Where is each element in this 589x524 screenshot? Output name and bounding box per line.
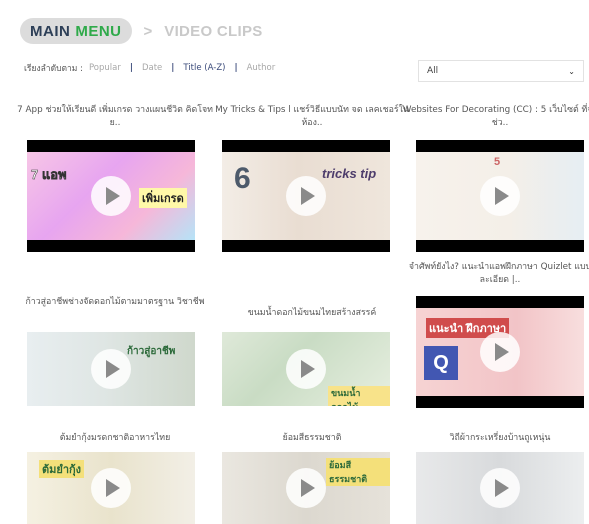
sort-divider: | bbox=[171, 63, 175, 73]
video-thumbnail[interactable]: ขนมน้ำดอกไม้ bbox=[222, 332, 390, 406]
play-icon[interactable] bbox=[286, 468, 326, 508]
category-select[interactable]: All ⌄ bbox=[418, 60, 584, 82]
sort-title[interactable]: Title (A-Z) bbox=[183, 63, 225, 73]
thumb-overlay-text: ก้าวสู่อาชีพ bbox=[127, 346, 176, 357]
play-icon[interactable] bbox=[480, 468, 520, 508]
sort-bar: เรียงลำดับตาม : Popular | Date | Title (… bbox=[24, 61, 275, 75]
video-thumbnail[interactable]: แนะนำ ฝึกภาษา Q bbox=[416, 296, 584, 408]
thumb-overlay-text: 5 bbox=[494, 156, 501, 168]
sort-date[interactable]: Date bbox=[142, 63, 162, 73]
thumb-overlay-text: ขนมน้ำดอกไม้ bbox=[328, 386, 390, 406]
video-title[interactable]: ต้มยำกุ้งมรดกชาติอาหารไทย bbox=[15, 432, 215, 445]
play-icon[interactable] bbox=[286, 176, 326, 216]
sort-popular[interactable]: Popular bbox=[89, 63, 121, 73]
sort-label: เรียงลำดับตาม : bbox=[24, 64, 83, 74]
thumb-overlay-text: 7 แอพ bbox=[31, 167, 67, 183]
play-icon[interactable] bbox=[286, 349, 326, 389]
play-icon[interactable] bbox=[91, 468, 131, 508]
thumb-overlay-text: ย้อมสีธรรมชาติ bbox=[326, 458, 390, 486]
quizlet-logo: Q bbox=[424, 346, 458, 380]
video-thumbnail[interactable]: ก้าวสู่อาชีพ bbox=[27, 332, 195, 406]
play-icon[interactable] bbox=[91, 349, 131, 389]
video-title[interactable]: 7 App ช่วยให้เรียนดี เพิ่มเกรด วางแผนชีว… bbox=[15, 104, 215, 130]
video-thumbnail[interactable]: 7 แอพ เพิ่มเกรด bbox=[27, 140, 195, 252]
video-title[interactable]: Websites For Decorating (CC) : 5 เว็บไซต… bbox=[400, 104, 589, 130]
category-select-value: All bbox=[427, 66, 439, 76]
chevron-down-icon: ⌄ bbox=[568, 66, 575, 76]
play-icon[interactable] bbox=[480, 332, 520, 372]
main-menu-link[interactable]: MAIN MENU bbox=[20, 18, 132, 44]
thumb-overlay-text: 6 bbox=[234, 162, 251, 195]
play-icon[interactable] bbox=[91, 176, 131, 216]
video-title[interactable]: ขนมน้ำดอกไม้ขนมไทยสร้างสรรค์ bbox=[212, 307, 412, 320]
video-thumbnail[interactable]: 6 tricks tip bbox=[222, 140, 390, 252]
play-icon[interactable] bbox=[480, 176, 520, 216]
thumb-overlay-text: เพิ่มเกรด bbox=[139, 188, 187, 208]
main-menu-word1: MAIN bbox=[30, 22, 71, 40]
video-thumbnail[interactable]: ต้มยำกุ้ง bbox=[27, 452, 195, 524]
video-title[interactable]: วิถีผ้ากระเหรี่ยงบ้านถูเหนุ่น bbox=[400, 432, 589, 445]
page-title: VIDEO CLIPS bbox=[164, 22, 263, 40]
sort-divider: | bbox=[129, 63, 133, 73]
video-title[interactable]: My Tricks & Tips l แชร์วิธีแบบนัท จด เลค… bbox=[212, 104, 412, 130]
thumb-overlay-text: ต้มยำกุ้ง bbox=[39, 460, 85, 478]
thumb-overlay-text: tricks tip bbox=[322, 166, 377, 181]
video-title[interactable]: จำศัพท์ยังไง? แนะนำแอพฝึกภาษา Quizlet แบ… bbox=[400, 261, 589, 287]
video-title[interactable]: ย้อมสีธรรมชาติ bbox=[212, 432, 412, 445]
main-menu-word2: MENU bbox=[75, 22, 122, 40]
breadcrumb-separator: > bbox=[143, 22, 153, 40]
video-thumbnail[interactable]: 5 bbox=[416, 140, 584, 252]
video-thumbnail[interactable]: ย้อมสีธรรมชาติ bbox=[222, 452, 390, 524]
sort-divider: | bbox=[234, 63, 238, 73]
video-title[interactable]: ก้าวสู่อาชีพช่างจัดดอกไม้ตามมาตรฐาน วิชา… bbox=[15, 296, 215, 309]
video-thumbnail[interactable] bbox=[416, 452, 584, 524]
sort-author[interactable]: Author bbox=[247, 63, 276, 73]
breadcrumb: MAIN MENU > VIDEO CLIPS bbox=[20, 18, 263, 44]
